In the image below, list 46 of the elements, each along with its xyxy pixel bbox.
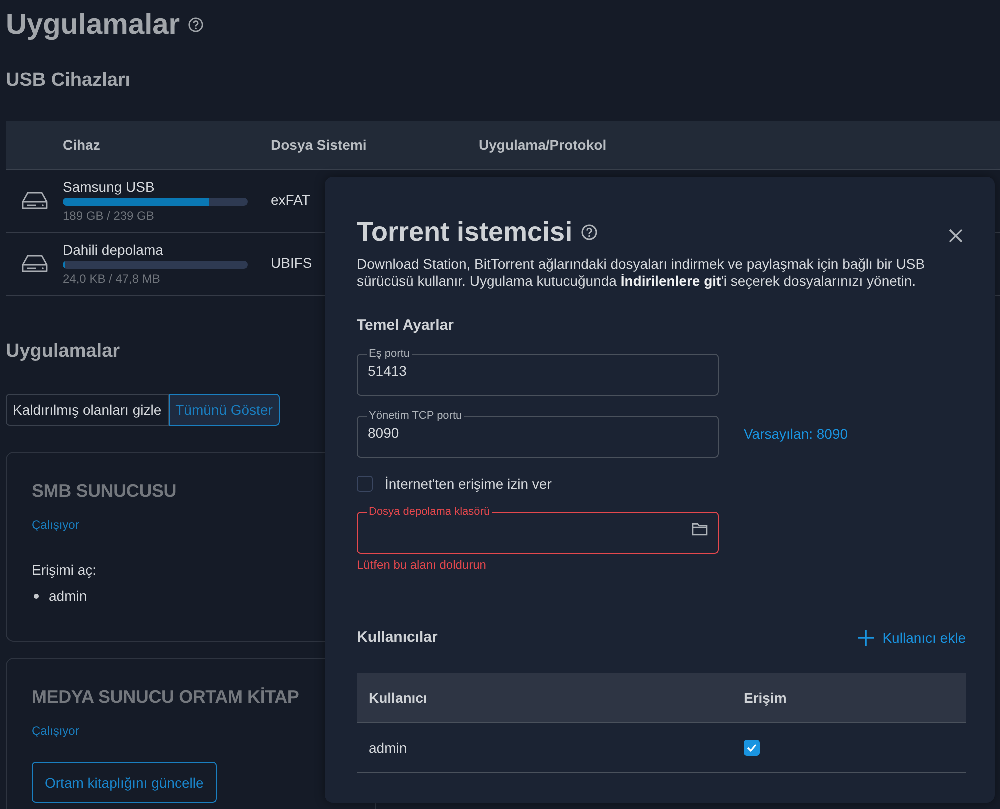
section-title: USB Cihazları [6, 70, 131, 93]
checkbox-label: İnternet'ten erişime izin ver [385, 476, 552, 492]
status-text: Çalışıyor [32, 724, 80, 738]
access-label: Erişimi aç: [32, 562, 97, 578]
section-title: Uygulamalar [6, 341, 120, 364]
status-text: Çalışıyor [32, 518, 80, 532]
app-title: SMB SUNUCUSU [32, 481, 177, 502]
port-field[interactable]: Eş portu 51413 [357, 348, 719, 396]
check-icon [746, 742, 758, 754]
checkbox[interactable] [357, 476, 373, 492]
column-header: Uygulama/Protokol [479, 137, 608, 153]
column-header: Erişim [744, 690, 788, 706]
column-header: Cihaz [63, 137, 102, 153]
app-title: MEDYA SUNUCU ORTAM KİTAP [32, 687, 300, 708]
table-cell: exFAT [271, 192, 310, 208]
dialog-description: Download Station, BitTorrent ağlarındaki dosyaları indirmek ve paylaşmak için bağlı bir USB sürücüsü kullanır. Uygulama kutucuğunda İndirilenlere git'i seçerek dosyalarınızı yönetin. [357, 256, 926, 290]
default-hint: Varsayılan: 8090 [744, 426, 848, 442]
device-name: Dahili depolama [63, 242, 164, 258]
bullet-icon [34, 594, 39, 598]
drive-icon [20, 254, 48, 274]
dialog-title: Torrent istemcisi [357, 217, 573, 248]
folder-field[interactable]: Dosya depolama klasörü [357, 506, 719, 554]
filter-button[interactable]: Kaldırılmış olanları gizle [6, 394, 169, 426]
page-title: Uygulamalar [6, 8, 180, 42]
section-title: Kullanıcılar [357, 629, 438, 646]
plus-icon [858, 630, 874, 646]
close-icon[interactable] [949, 228, 963, 242]
device-name: Samsung USB [63, 179, 156, 195]
user-name: admin [49, 588, 88, 604]
drive-icon [20, 191, 48, 211]
folder-icon[interactable] [692, 522, 708, 536]
table-cell: UBIFS [271, 255, 312, 271]
port-field[interactable]: Yönetim TCP portu 8090 [357, 410, 719, 458]
filter-button[interactable]: Tümünü Göster [168, 394, 280, 426]
section-title: Temel Ayarlar [357, 317, 454, 334]
usage-text: 189 GB / 239 GB [63, 209, 156, 223]
column-header: Dosya Sistemi [271, 137, 368, 153]
add-user-button[interactable]: Kullanıcı ekle [858, 630, 966, 646]
help-icon[interactable] [580, 224, 598, 241]
error-message: Lütfen bu alanı doldurun [357, 558, 486, 572]
usage-text: 24,0 KB / 47,8 MB [63, 272, 162, 286]
checkbox[interactable] [744, 740, 760, 756]
help-icon[interactable] [188, 17, 204, 33]
table-cell-text: admin [368, 740, 408, 756]
update-library-button[interactable]: Ortam kitaplığını güncelle [32, 762, 217, 803]
column-header: Kullanıcı [368, 690, 428, 706]
